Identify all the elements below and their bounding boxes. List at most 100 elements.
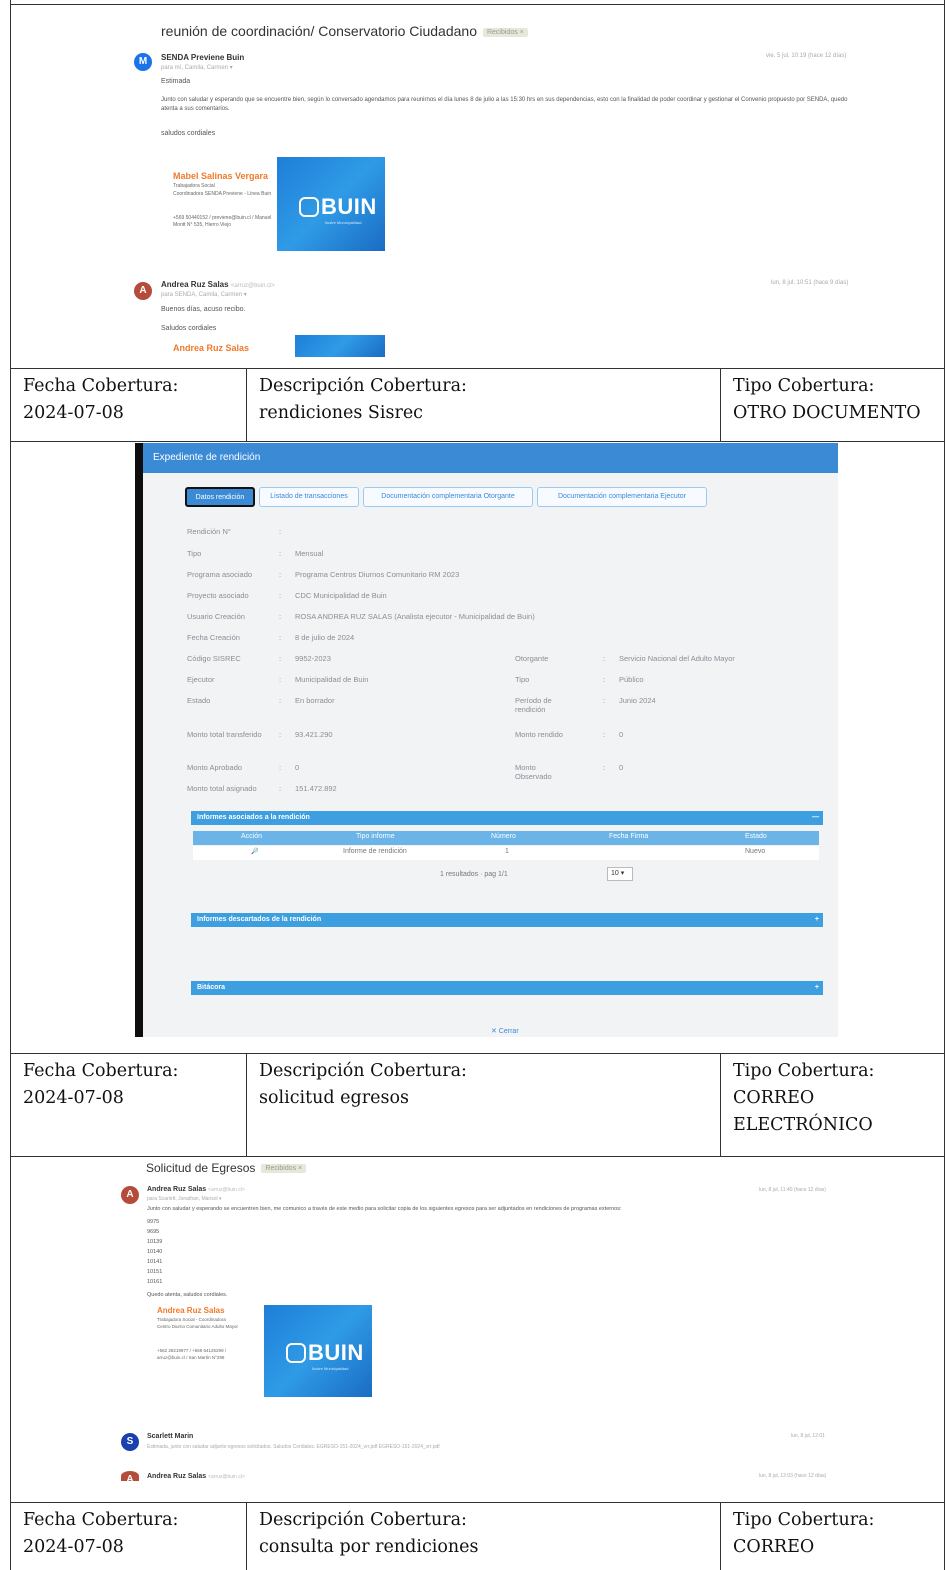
sender-name[interactable]: Andrea Ruz Salas <arruz@buin.cl> xyxy=(161,280,275,289)
recipients[interactable]: para SENDA, Camila, Carmen ▾ xyxy=(161,291,247,298)
list-item: 10161 xyxy=(147,1279,163,1285)
close-button[interactable]: ✕ Cerrar xyxy=(491,1027,519,1035)
list-item: 10151 xyxy=(147,1269,163,1275)
tab-listado-transacciones[interactable]: Listado de transacciones xyxy=(259,487,359,507)
field-label: Rendición N° xyxy=(187,527,231,536)
inbox-tag: Recibidos × xyxy=(261,1164,307,1174)
tab-datos-rendicion[interactable]: Datos rendición xyxy=(185,487,255,507)
field-colon: : xyxy=(279,549,282,558)
panel-bitacora[interactable]: Bitácora + xyxy=(191,981,823,995)
page-size-value: 10 xyxy=(611,870,619,877)
expand-icon[interactable]: + xyxy=(815,913,819,927)
field-label: Monto total transferido xyxy=(187,730,262,739)
col-estado: Estado xyxy=(745,833,767,840)
field-value: ROSA ANDREA RUZ SALAS (Analista ejecutor… xyxy=(295,612,535,621)
tipo-value-2: ELECTRÓNICO xyxy=(733,1115,873,1135)
message-body: Junto con saludar y esperando se encuent… xyxy=(147,1206,622,1212)
col-accion: Acción xyxy=(241,833,263,840)
table-row: 🔎 Informe de rendición 1 Nuevo xyxy=(193,846,819,860)
tab-doc-otorgante[interactable]: Documentación complementaria Otorgante xyxy=(363,487,533,507)
list-item: 10140 xyxy=(147,1249,163,1255)
sisrec-window: Expediente de rendición Datos rendición … xyxy=(143,443,838,1037)
field-colon: : xyxy=(279,570,282,579)
field-colon: : xyxy=(279,675,282,684)
table-border xyxy=(11,441,944,442)
cell-tipo-informe: Informe de rendición xyxy=(343,848,407,855)
sender-email: <arruz@buin.cl> xyxy=(208,1187,245,1193)
descripcion-value: rendiciones Sisrec xyxy=(259,403,423,423)
sender-name[interactable]: Andrea Ruz Salas <arruz@buin.cl> xyxy=(147,1186,245,1193)
logo-tagline: Ilustre Municipalidad xyxy=(325,220,362,225)
email-thread-egresos: Solicitud de Egresos Recibidos × A Andrea… xyxy=(11,1157,944,1502)
descripcion-value: solicitud egresos xyxy=(259,1088,409,1108)
fecha-label: Fecha Cobertura: xyxy=(23,1061,179,1081)
sender-name[interactable]: SENDA Previene Buin xyxy=(161,53,244,62)
tipo-value: CORREO xyxy=(733,1088,815,1108)
field-colon: : xyxy=(279,612,282,621)
page-size-select[interactable]: 10 ▾ xyxy=(607,867,633,881)
field-value: Mensual xyxy=(295,549,324,558)
field-value: Junio 2024 xyxy=(619,696,656,705)
logo-tagline: Ilustre Municipalidad xyxy=(312,1366,349,1371)
panel-informes[interactable]: Informes asociados a la rendición — xyxy=(191,811,823,825)
tab-doc-ejecutor[interactable]: Documentación complementaria Ejecutor xyxy=(537,487,707,507)
message-date: lun, 8 jul, 10:51 (hace 9 días) xyxy=(771,280,849,286)
field-label: Tipo xyxy=(515,675,530,684)
tipo-label: Tipo Cobertura: xyxy=(733,1061,875,1081)
sender-name[interactable]: Scarlett Marin xyxy=(147,1433,193,1440)
list-item: 9975 xyxy=(147,1219,160,1225)
field-label: Tipo xyxy=(187,549,202,558)
message-closing: Quedo atenta, saludos cordiales. xyxy=(147,1292,228,1298)
signature-name: Mabel Salinas Vergara xyxy=(173,171,269,181)
avatar: M xyxy=(134,53,152,71)
sender-name-text: Andrea Ruz Salas xyxy=(147,1186,207,1193)
search-icon[interactable]: 🔎 xyxy=(251,848,258,855)
field-label: Otorgante xyxy=(515,654,549,663)
fecha-cell: Fecha Cobertura: 2024-07-08 xyxy=(11,1503,247,1570)
collapse-icon[interactable]: — xyxy=(812,811,819,825)
col-numero: Número xyxy=(491,833,516,840)
buin-logo-partial xyxy=(295,335,385,357)
expand-icon[interactable]: + xyxy=(815,981,819,995)
tipo-cell: Tipo Cobertura: CORREO ELECTRÓNICO xyxy=(721,1054,944,1156)
pager-info: 1 resultados · pag 1/1 xyxy=(440,871,508,878)
field-colon: : xyxy=(279,730,282,739)
buin-logo: BUIN Ilustre Municipalidad xyxy=(264,1305,372,1397)
signature-org: Coordinadora SENDA Previene - Línea Buin xyxy=(173,191,272,197)
avatar: A xyxy=(121,1471,139,1485)
tipo-label: Tipo Cobertura: xyxy=(733,1510,875,1530)
signature-contact: +569 50440152 / previene@buin.cl / Manue… xyxy=(173,215,272,228)
signature-org: Centro Diurno Comunitario Adulto Mayor xyxy=(157,1324,239,1329)
field-value: 0 xyxy=(619,763,624,772)
field-colon: : xyxy=(603,730,606,739)
field-label: Ejecutor xyxy=(187,675,215,684)
cobertura-row: Fecha Cobertura: 2024-07-08 Descripción … xyxy=(11,1054,944,1156)
field-colon: : xyxy=(603,696,606,705)
field-label: Monto total asignado xyxy=(187,784,257,793)
tipo-cell: Tipo Cobertura: OTRO DOCUMENTO xyxy=(721,369,944,441)
email-subject-text: reunión de coordinación/ Conservatorio C… xyxy=(161,23,477,39)
recipients[interactable]: para Scarlett, Jonathan, Marisol ▾ xyxy=(147,1196,222,1202)
window-title: Expediente de rendición xyxy=(143,443,838,473)
field-colon: : xyxy=(279,527,282,536)
document-page: reunión de coordinación/ Conservatorio C… xyxy=(10,0,945,1570)
message-closing: saludos cordiales xyxy=(161,130,216,137)
panel-descartados[interactable]: Informes descartados de la rendición + xyxy=(191,913,823,927)
signature-contact: +562 28219977 / +569 64125299 / arruz@bu… xyxy=(157,1348,227,1360)
field-label: Fecha Creación xyxy=(187,633,240,642)
message-date: lun, 8 jul, 12:01 xyxy=(791,1433,825,1439)
sender-name-text: Andrea Ruz Salas xyxy=(161,280,229,289)
panel-informes-title: Informes asociados a la rendición xyxy=(197,814,310,821)
field-label: Proyecto asociado xyxy=(187,591,249,600)
sender-name[interactable]: Andrea Ruz Salas <arruz@buin.cl> xyxy=(147,1473,245,1480)
recipients[interactable]: para mí, Camila, Carmen ▾ xyxy=(161,64,233,71)
list-item: 10141 xyxy=(147,1259,163,1265)
message-date: vie, 5 jul, 10:19 (hace 12 días) xyxy=(766,53,847,59)
email-subject: reunión de coordinación/ Conservatorio C… xyxy=(161,23,528,39)
list-item: 10139 xyxy=(147,1239,163,1245)
field-value: Municipalidad de Buin xyxy=(295,675,369,684)
sender-email: <arruz@buin.cl> xyxy=(230,283,275,289)
message-greeting: Estimada xyxy=(161,78,191,85)
fecha-value: 2024-07-08 xyxy=(23,1088,124,1108)
field-value: Servicio Nacional del Adulto Mayor xyxy=(619,654,735,663)
